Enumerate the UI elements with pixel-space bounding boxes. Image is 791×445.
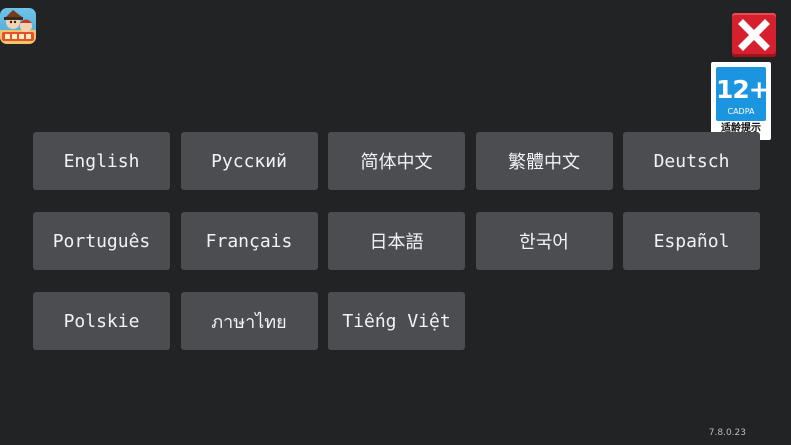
language-button-thai[interactable]: ภาษาไทย: [180, 292, 318, 350]
language-button-korean[interactable]: 한국어: [475, 212, 613, 270]
language-button-portuguese[interactable]: Português: [33, 212, 170, 270]
language-button-vietnamese[interactable]: Tiếng Việt: [328, 292, 465, 350]
age-rating-org: CADPA: [727, 107, 755, 116]
age-rating-number: 12+: [716, 75, 770, 104]
language-button-french[interactable]: Français: [180, 212, 318, 270]
language-button-traditional-chinese[interactable]: 繁體中文: [475, 132, 613, 190]
language-button-english[interactable]: English: [33, 132, 170, 190]
language-button-polish[interactable]: Polskie: [33, 292, 170, 350]
language-grid: English Русский 简体中文 繁體中文 Deutsch Portug…: [33, 132, 760, 350]
age-rating-badge[interactable]: 12+ CADPA 适龄提示: [711, 62, 771, 140]
language-button-german[interactable]: Deutsch: [623, 132, 760, 190]
version-label: 7.8.0.23: [708, 428, 746, 438]
close-button[interactable]: [732, 13, 776, 57]
app-icon: [0, 8, 36, 44]
language-button-simplified-chinese[interactable]: 简体中文: [328, 132, 465, 190]
close-x-icon: [738, 19, 770, 51]
age-rating-icon: 12+ CADPA: [716, 67, 770, 121]
language-button-russian[interactable]: Русский: [180, 132, 318, 190]
language-button-spanish[interactable]: Español: [623, 212, 760, 270]
language-button-japanese[interactable]: 日本語: [328, 212, 465, 270]
